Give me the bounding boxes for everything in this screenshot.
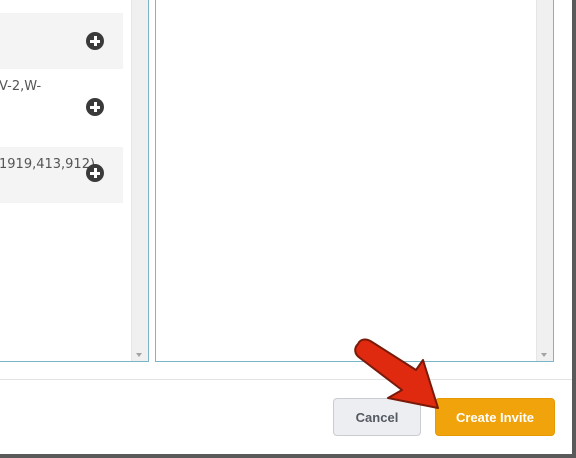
scroll-down-arrow-icon[interactable] (541, 353, 547, 357)
list-item[interactable] (0, 13, 123, 69)
cancel-button[interactable]: Cancel (333, 398, 421, 436)
plus-circle-icon[interactable] (86, 98, 104, 116)
create-invite-button[interactable]: Create Invite (435, 398, 555, 436)
list-item-label: V-2,W- (0, 79, 42, 94)
left-scrollbar[interactable] (131, 0, 148, 361)
window-frame-bottom (0, 454, 576, 458)
list-item-label: 1919,413,912) (0, 157, 96, 172)
plus-circle-icon[interactable] (86, 164, 104, 182)
list-item[interactable]: 1919,413,912) (0, 147, 123, 203)
scroll-down-arrow-icon[interactable] (136, 353, 142, 357)
invite-dialog: V-2,W- 1919,413,912) Cancel Create Invit… (0, 0, 572, 454)
list-item[interactable]: V-2,W- (0, 71, 123, 139)
right-scrollbar[interactable] (536, 0, 553, 361)
available-list-panel[interactable]: V-2,W- 1919,413,912) (0, 0, 149, 362)
window-frame-right (572, 0, 576, 458)
plus-circle-icon[interactable] (86, 32, 104, 50)
selected-list-panel[interactable] (155, 0, 554, 362)
dialog-footer: Cancel Create Invite (0, 379, 572, 454)
